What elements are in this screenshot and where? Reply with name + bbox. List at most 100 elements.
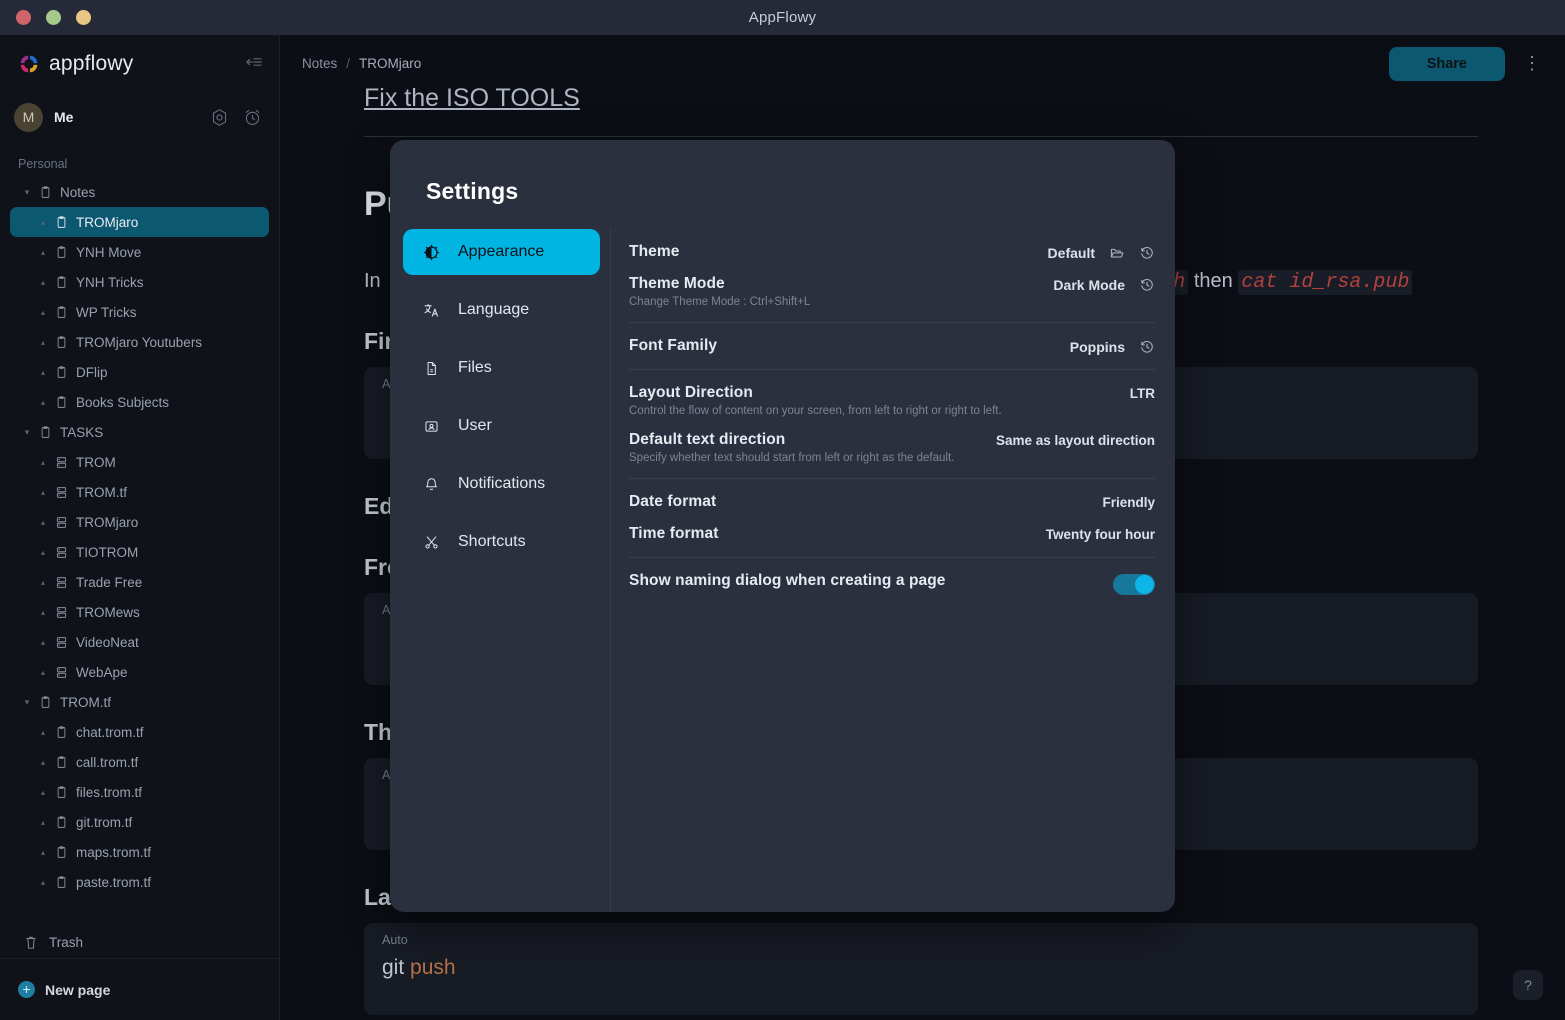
kebab-menu-icon[interactable]: ⋮ [1515, 53, 1549, 74]
sidebar-item-call-trom-tf[interactable]: call.trom.tf [10, 747, 269, 777]
new-page-button[interactable]: + New page [0, 958, 279, 1020]
settings-gear-icon[interactable] [208, 106, 230, 128]
breadcrumb-current[interactable]: TROMjaro [359, 56, 421, 71]
app-brand[interactable]: appflowy [18, 52, 133, 76]
history-restore-icon[interactable] [1139, 245, 1155, 261]
folder-open-icon[interactable] [1109, 245, 1125, 261]
chevron-up-icon[interactable] [36, 728, 50, 737]
sidebar-item-webape[interactable]: WebApe [10, 657, 269, 687]
chevron-up-icon[interactable] [36, 668, 50, 677]
sidebar-item-tiotrom[interactable]: TIOTROM [10, 537, 269, 567]
sidebar-item-ynh-tricks[interactable]: YNH Tricks [10, 267, 269, 297]
chevron-up-icon[interactable] [36, 548, 50, 557]
chevron-up-icon[interactable] [36, 368, 50, 377]
sidebar-item-ynh-move[interactable]: YNH Move [10, 237, 269, 267]
settings-nav-item-appearance[interactable]: Appearance [403, 229, 600, 275]
code-block-4[interactable]: Auto git push [364, 923, 1478, 1015]
setting-value-layout-direction[interactable]: LTR [1130, 386, 1155, 401]
sidebar-item-files-trom-tf[interactable]: files.trom.tf [10, 777, 269, 807]
setting-value-default-text-direction[interactable]: Same as layout direction [996, 433, 1155, 448]
half-moon-brightness-icon [422, 243, 440, 261]
sidebar-item-notes[interactable]: Notes [10, 177, 269, 207]
chevron-down-icon[interactable] [20, 427, 34, 438]
sidebar-item-paste-trom-tf[interactable]: paste.trom.tf [10, 867, 269, 897]
setting-value-time-format[interactable]: Twenty four hour [1046, 527, 1155, 542]
chevron-up-icon[interactable] [36, 278, 50, 287]
chevron-up-icon[interactable] [36, 488, 50, 497]
sidebar-item-label: Trade Free [76, 574, 143, 590]
chevron-up-icon[interactable] [36, 638, 50, 647]
sidebar-item-videoneat[interactable]: VideoNeat [10, 627, 269, 657]
document-icon [50, 365, 72, 380]
sidebar-item-trom-tf[interactable]: TROM.tf [10, 477, 269, 507]
sidebar-item-tromjaro[interactable]: TROMjaro [10, 207, 269, 237]
chevron-up-icon[interactable] [36, 578, 50, 587]
board-icon [50, 665, 72, 680]
chevron-up-icon[interactable] [36, 338, 50, 347]
setting-value-theme[interactable]: Default [1048, 245, 1095, 261]
chevron-down-icon[interactable] [20, 187, 34, 198]
chevron-up-icon[interactable] [36, 848, 50, 857]
setting-row-time-format: Time format Twenty four hour [629, 511, 1155, 543]
sidebar-item-tromews[interactable]: TROMews [10, 597, 269, 627]
sidebar-item-label: TROMjaro [76, 214, 139, 230]
sidebar-item-chat-trom-tf[interactable]: chat.trom.tf [10, 717, 269, 747]
collapse-sidebar-icon[interactable] [245, 55, 263, 73]
sidebar-item-label: TROMews [76, 604, 140, 620]
user-row[interactable]: M Me [0, 93, 279, 141]
settings-nav-item-files[interactable]: Files [403, 345, 600, 391]
setting-desc-theme-mode: Change Theme Mode : Ctrl+Shift+L [629, 296, 811, 308]
chevron-up-icon[interactable] [36, 878, 50, 887]
sidebar-item-label: DFlip [76, 364, 108, 380]
settings-content[interactable]: Theme Default Theme Mode Change Theme Mode … [611, 229, 1175, 912]
settings-nav-item-shortcuts[interactable]: Shortcuts [403, 519, 600, 565]
sidebar-tree[interactable]: Notes TROMjaro YNH Move YNH Tricks WP Tricks… [0, 177, 279, 920]
chevron-up-icon[interactable] [36, 788, 50, 797]
setting-label-block: Time format [629, 525, 1046, 543]
sidebar-item-wp-tricks[interactable]: WP Tricks [10, 297, 269, 327]
chevron-up-icon[interactable] [36, 608, 50, 617]
sidebar-item-label: YNH Move [76, 244, 142, 260]
chevron-up-icon[interactable] [36, 518, 50, 527]
settings-nav[interactable]: Appearance Language Files User Notifications… [390, 229, 611, 912]
settings-nav-item-notifications[interactable]: Notifications [403, 461, 600, 507]
sidebar-item-label: chat.trom.tf [76, 724, 144, 740]
breadcrumb-parent[interactable]: Notes [302, 56, 337, 71]
appflowy-logo-icon [18, 53, 40, 75]
setting-value-theme-mode[interactable]: Dark Mode [1053, 277, 1125, 293]
setting-value-date-format[interactable]: Friendly [1102, 495, 1155, 510]
history-restore-icon[interactable] [1139, 277, 1155, 293]
user-card-icon [422, 417, 440, 435]
sidebar-item-git-trom-tf[interactable]: git.trom.tf [10, 807, 269, 837]
sidebar-item-trash[interactable]: Trash [10, 926, 269, 958]
sidebar-item-books-subjects[interactable]: Books Subjects [10, 387, 269, 417]
help-button[interactable]: ? [1513, 970, 1543, 1000]
sidebar-item-maps-trom-tf[interactable]: maps.trom.tf [10, 837, 269, 867]
sidebar-item-dflip[interactable]: DFlip [10, 357, 269, 387]
sidebar-item-trom[interactable]: TROM [10, 447, 269, 477]
chevron-up-icon[interactable] [36, 758, 50, 767]
alarm-clock-icon[interactable] [241, 106, 263, 128]
chevron-up-icon[interactable] [36, 218, 50, 227]
sidebar-item-tromjaro-youtubers[interactable]: TROMjaro Youtubers [10, 327, 269, 357]
chevron-down-icon[interactable] [20, 697, 34, 708]
code-token-git: git [382, 956, 411, 979]
chevron-up-icon[interactable] [36, 458, 50, 467]
scissors-icon [422, 533, 440, 551]
chevron-up-icon[interactable] [36, 818, 50, 827]
chevron-up-icon[interactable] [36, 248, 50, 257]
setting-label-block: Theme [629, 243, 1048, 261]
toggle-show-naming-dialog-when-creating-a-page[interactable] [1113, 574, 1155, 595]
settings-nav-item-user[interactable]: User [403, 403, 600, 449]
history-restore-icon[interactable] [1139, 339, 1155, 355]
sidebar-item-trade-free[interactable]: Trade Free [10, 567, 269, 597]
settings-nav-item-language[interactable]: Language [403, 287, 600, 333]
sidebar-item-tromjaro[interactable]: TROMjaro [10, 507, 269, 537]
chevron-up-icon[interactable] [36, 308, 50, 317]
share-button[interactable]: Share [1388, 46, 1505, 81]
sidebar-item-tasks[interactable]: TASKS [10, 417, 269, 447]
chevron-up-icon[interactable] [36, 398, 50, 407]
bell-icon [422, 475, 440, 493]
sidebar-item-trom-tf[interactable]: TROM.tf [10, 687, 269, 717]
setting-value-font-family[interactable]: Poppins [1070, 339, 1125, 355]
